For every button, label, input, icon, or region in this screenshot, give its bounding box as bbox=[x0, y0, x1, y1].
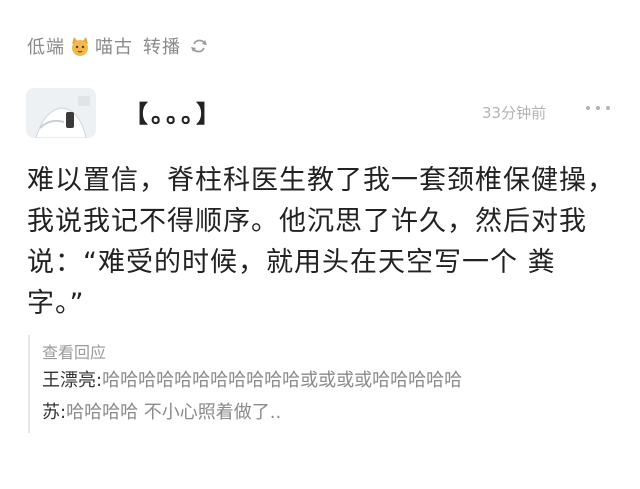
post-title: 【。。。】 bbox=[124, 100, 223, 128]
more-dots-icon[interactable] bbox=[584, 100, 612, 116]
repost-action-label: 转播 bbox=[143, 37, 181, 58]
avatar[interactable] bbox=[26, 88, 96, 138]
reply-content: 哈哈哈哈哈哈哈哈哈哈哈或或或或哈哈哈哈哈 bbox=[102, 370, 463, 391]
view-replies-link[interactable]: 查看回应 bbox=[42, 339, 622, 363]
reply-content: 哈哈哈哈 不小心照着做了.. bbox=[66, 402, 282, 423]
reply-author[interactable]: 王漂亮: bbox=[42, 370, 102, 391]
reposter-name-part1[interactable]: 低端 bbox=[27, 33, 65, 59]
repost-header: 低端 喵古 转播 bbox=[27, 32, 209, 60]
reply-item: 王漂亮:哈哈哈哈哈哈哈哈哈哈哈或或或或哈哈哈哈哈 bbox=[42, 369, 582, 393]
repost-icon bbox=[189, 36, 209, 56]
reposter-name-part2[interactable]: 喵古 bbox=[95, 33, 133, 59]
reply-author[interactable]: 苏: bbox=[42, 402, 66, 423]
post-header: 【。。。】 33分钟前 bbox=[24, 82, 624, 142]
reply-item: 苏:哈哈哈哈 不小心照着做了.. bbox=[42, 401, 582, 425]
post-timestamp: 33分钟前 bbox=[482, 104, 547, 122]
replies-section: 查看回应 王漂亮:哈哈哈哈哈哈哈哈哈哈哈或或或或哈哈哈哈哈 苏:哈哈哈哈 不小心… bbox=[28, 335, 622, 433]
cat-emoji-icon bbox=[69, 35, 91, 57]
post-body: 难以置信，脊柱科医生教了我一套颈椎保健操，我说我记不得顺序。他沉思了许久，然后对… bbox=[27, 165, 615, 319]
